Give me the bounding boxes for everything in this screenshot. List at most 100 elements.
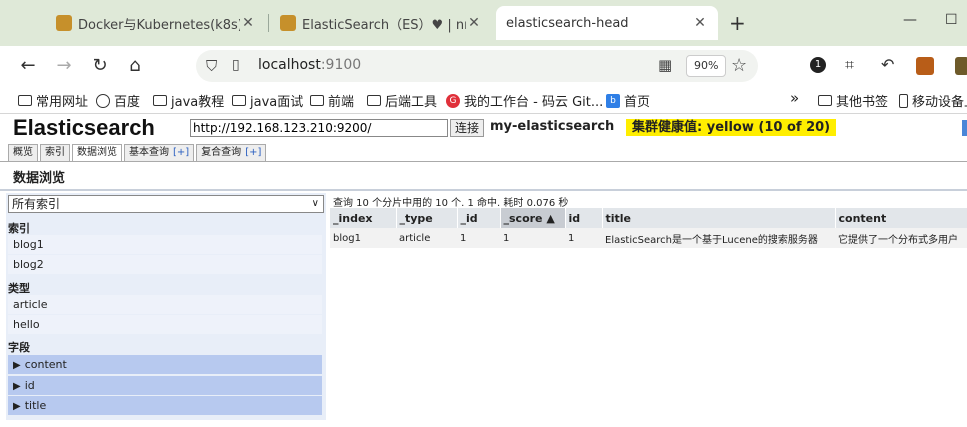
home-icon[interactable]: ⌂: [124, 55, 146, 76]
bookmark-mobile[interactable]: 移动设备上: [899, 91, 967, 110]
table-cell: 1: [457, 228, 500, 248]
index-item[interactable]: blog2: [8, 255, 322, 274]
close-tab-icon[interactable]: ✕: [240, 15, 256, 31]
qr-code-icon[interactable]: ▦: [658, 56, 672, 74]
chevron-down-icon: ∨: [311, 198, 319, 209]
extension-badge-icon[interactable]: 1: [810, 57, 826, 73]
info-button[interactable]: [962, 120, 967, 136]
zoom-level[interactable]: 90%: [686, 55, 727, 77]
browser-tab-es-head[interactable]: elasticsearch-head ✕: [496, 6, 718, 40]
folder-icon: [367, 95, 381, 106]
section-title: 数据浏览: [13, 171, 66, 186]
bookmark-gitee[interactable]: G 我的工作台 - 码云 Git...: [446, 91, 603, 110]
tab-browser[interactable]: 数据浏览: [72, 144, 122, 162]
reload-icon[interactable]: ↻: [89, 55, 111, 76]
new-tab-icon[interactable]: +: [729, 11, 746, 35]
browser-tab-docker[interactable]: Docker与Kubernetes(k8s)♥ | ✕: [46, 6, 266, 40]
page-icon: ▯: [232, 57, 240, 73]
fields-header: 字段: [8, 341, 30, 354]
bookmark-folder[interactable]: java面试: [232, 91, 303, 110]
bookmarks-bar: 常用网址 百度 java教程 java面试 前端 后端工具 G 我的工作台 - 码…: [0, 86, 967, 114]
bookmark-home[interactable]: b 首页: [606, 91, 650, 110]
section-divider: [0, 189, 967, 191]
bookmark-folder[interactable]: java教程: [153, 91, 224, 110]
expand-arrow-icon: ▶: [13, 381, 21, 392]
column-header[interactable]: id: [565, 208, 603, 228]
table-cell: 1: [500, 228, 565, 248]
folder-icon: [310, 95, 324, 106]
tab-strip: Docker与Kubernetes(k8s)♥ | ✕ ElasticSearc…: [0, 0, 967, 46]
tab-indices[interactable]: 索引: [40, 144, 70, 161]
expand-arrow-icon: ▶: [13, 401, 21, 412]
shield-icon[interactable]: ⛉: [206, 57, 217, 75]
folder-icon: [818, 95, 832, 106]
crop-icon[interactable]: ⌗: [845, 55, 854, 75]
phone-icon: [899, 93, 908, 108]
field-item[interactable]: ▶ id: [8, 376, 322, 395]
browser-sidebar: 所有索引 ∨ 索引 blog1 blog2 类型 article hello 字…: [6, 193, 326, 420]
connection-url-input[interactable]: [190, 119, 448, 137]
minimize-icon[interactable]: —: [903, 12, 917, 28]
back-icon[interactable]: ←: [17, 55, 39, 76]
tab-compound-query[interactable]: 复合查询 [+]: [196, 144, 267, 161]
type-item[interactable]: hello: [8, 315, 322, 334]
index-select[interactable]: 所有索引 ∨: [8, 195, 324, 213]
bookmark-folder[interactable]: 常用网址: [18, 91, 88, 110]
more-bookmarks-icon[interactable]: »: [790, 89, 799, 107]
tab-divider: [0, 161, 967, 162]
indices-header: 索引: [8, 222, 30, 235]
table-row[interactable]: blog1 article 1 1 1 ElasticSearch是一个基于Lu…: [330, 228, 967, 248]
app-tabs: 概览 索引 数据浏览 基本查询 [+] 复合查询 [+]: [8, 144, 268, 162]
column-header[interactable]: content: [835, 208, 967, 228]
close-tab-icon[interactable]: ✕: [692, 15, 708, 31]
tab-separator: [268, 14, 269, 32]
column-header[interactable]: _id: [457, 208, 501, 228]
folder-icon: [232, 95, 246, 106]
table-cell: 1: [565, 228, 602, 248]
field-item[interactable]: ▶ content: [8, 355, 322, 374]
bookmark-folder[interactable]: 后端工具: [367, 91, 437, 110]
globe-icon: [96, 93, 110, 108]
site-favicon-icon: [280, 15, 296, 31]
maximize-icon[interactable]: ☐: [945, 12, 958, 28]
app-title: Elasticsearch: [13, 115, 155, 140]
column-header[interactable]: _type: [396, 208, 458, 228]
address-bar[interactable]: ⛉ ▯ localhost:9100 ▦ 90% ☆: [196, 50, 758, 82]
cluster-name: my-elasticsearch: [490, 119, 615, 134]
field-item[interactable]: ▶ title: [8, 396, 322, 415]
table-cell: blog1: [330, 228, 396, 248]
extension-icon[interactable]: [916, 57, 934, 75]
column-header-sorted[interactable]: _score ▲: [500, 208, 566, 228]
address-url[interactable]: localhost:9100: [258, 57, 361, 73]
bookmark-baidu[interactable]: 百度: [96, 91, 140, 110]
browser-toolbar: ← → ↻ ⌂ ⛉ ▯ localhost:9100 ▦ 90% ☆ 1 ⌗ ↶: [0, 46, 967, 86]
folder-icon: [18, 95, 32, 106]
undo-icon[interactable]: ↶: [881, 55, 894, 74]
close-tab-icon[interactable]: ✕: [466, 15, 482, 31]
tab-title: Docker与Kubernetes(k8s)♥ |: [78, 17, 240, 33]
tab-overview[interactable]: 概览: [8, 144, 38, 161]
table-header-row: _index _type _id _score ▲ id title conte…: [330, 208, 967, 228]
browser-tab-elasticsearch[interactable]: ElasticSearch（ES）♥ | nny ✕: [270, 6, 492, 40]
site-favicon-icon: [56, 15, 72, 31]
forward-icon[interactable]: →: [53, 55, 75, 76]
folder-icon: [153, 95, 167, 106]
tab-title: ElasticSearch（ES）♥ | nny: [302, 17, 466, 33]
bilibili-icon: b: [606, 93, 620, 108]
extension-icon[interactable]: [955, 57, 967, 75]
tab-title: elasticsearch-head: [506, 15, 629, 31]
bookmark-other[interactable]: 其他书签: [818, 91, 888, 110]
column-header[interactable]: title: [602, 208, 836, 228]
result-summary: 查询 10 个分片中用的 10 个. 1 命中. 耗时 0.076 秒: [333, 198, 569, 209]
type-item[interactable]: article: [8, 295, 322, 314]
expand-arrow-icon: ▶: [13, 360, 21, 371]
column-header[interactable]: _index: [330, 208, 397, 228]
table-cell: 它提供了一个分布式多用户: [835, 228, 967, 248]
connect-button[interactable]: 连接: [450, 119, 485, 137]
tab-basic-query[interactable]: 基本查询 [+]: [124, 144, 195, 161]
table-cell: ElasticSearch是一个基于Lucene的搜索服务器: [602, 228, 835, 248]
cluster-health-badge: 集群健康值: yellow (10 of 20): [626, 119, 837, 136]
star-icon[interactable]: ☆: [731, 55, 747, 76]
bookmark-folder[interactable]: 前端: [310, 91, 354, 110]
index-item[interactable]: blog1: [8, 235, 322, 254]
